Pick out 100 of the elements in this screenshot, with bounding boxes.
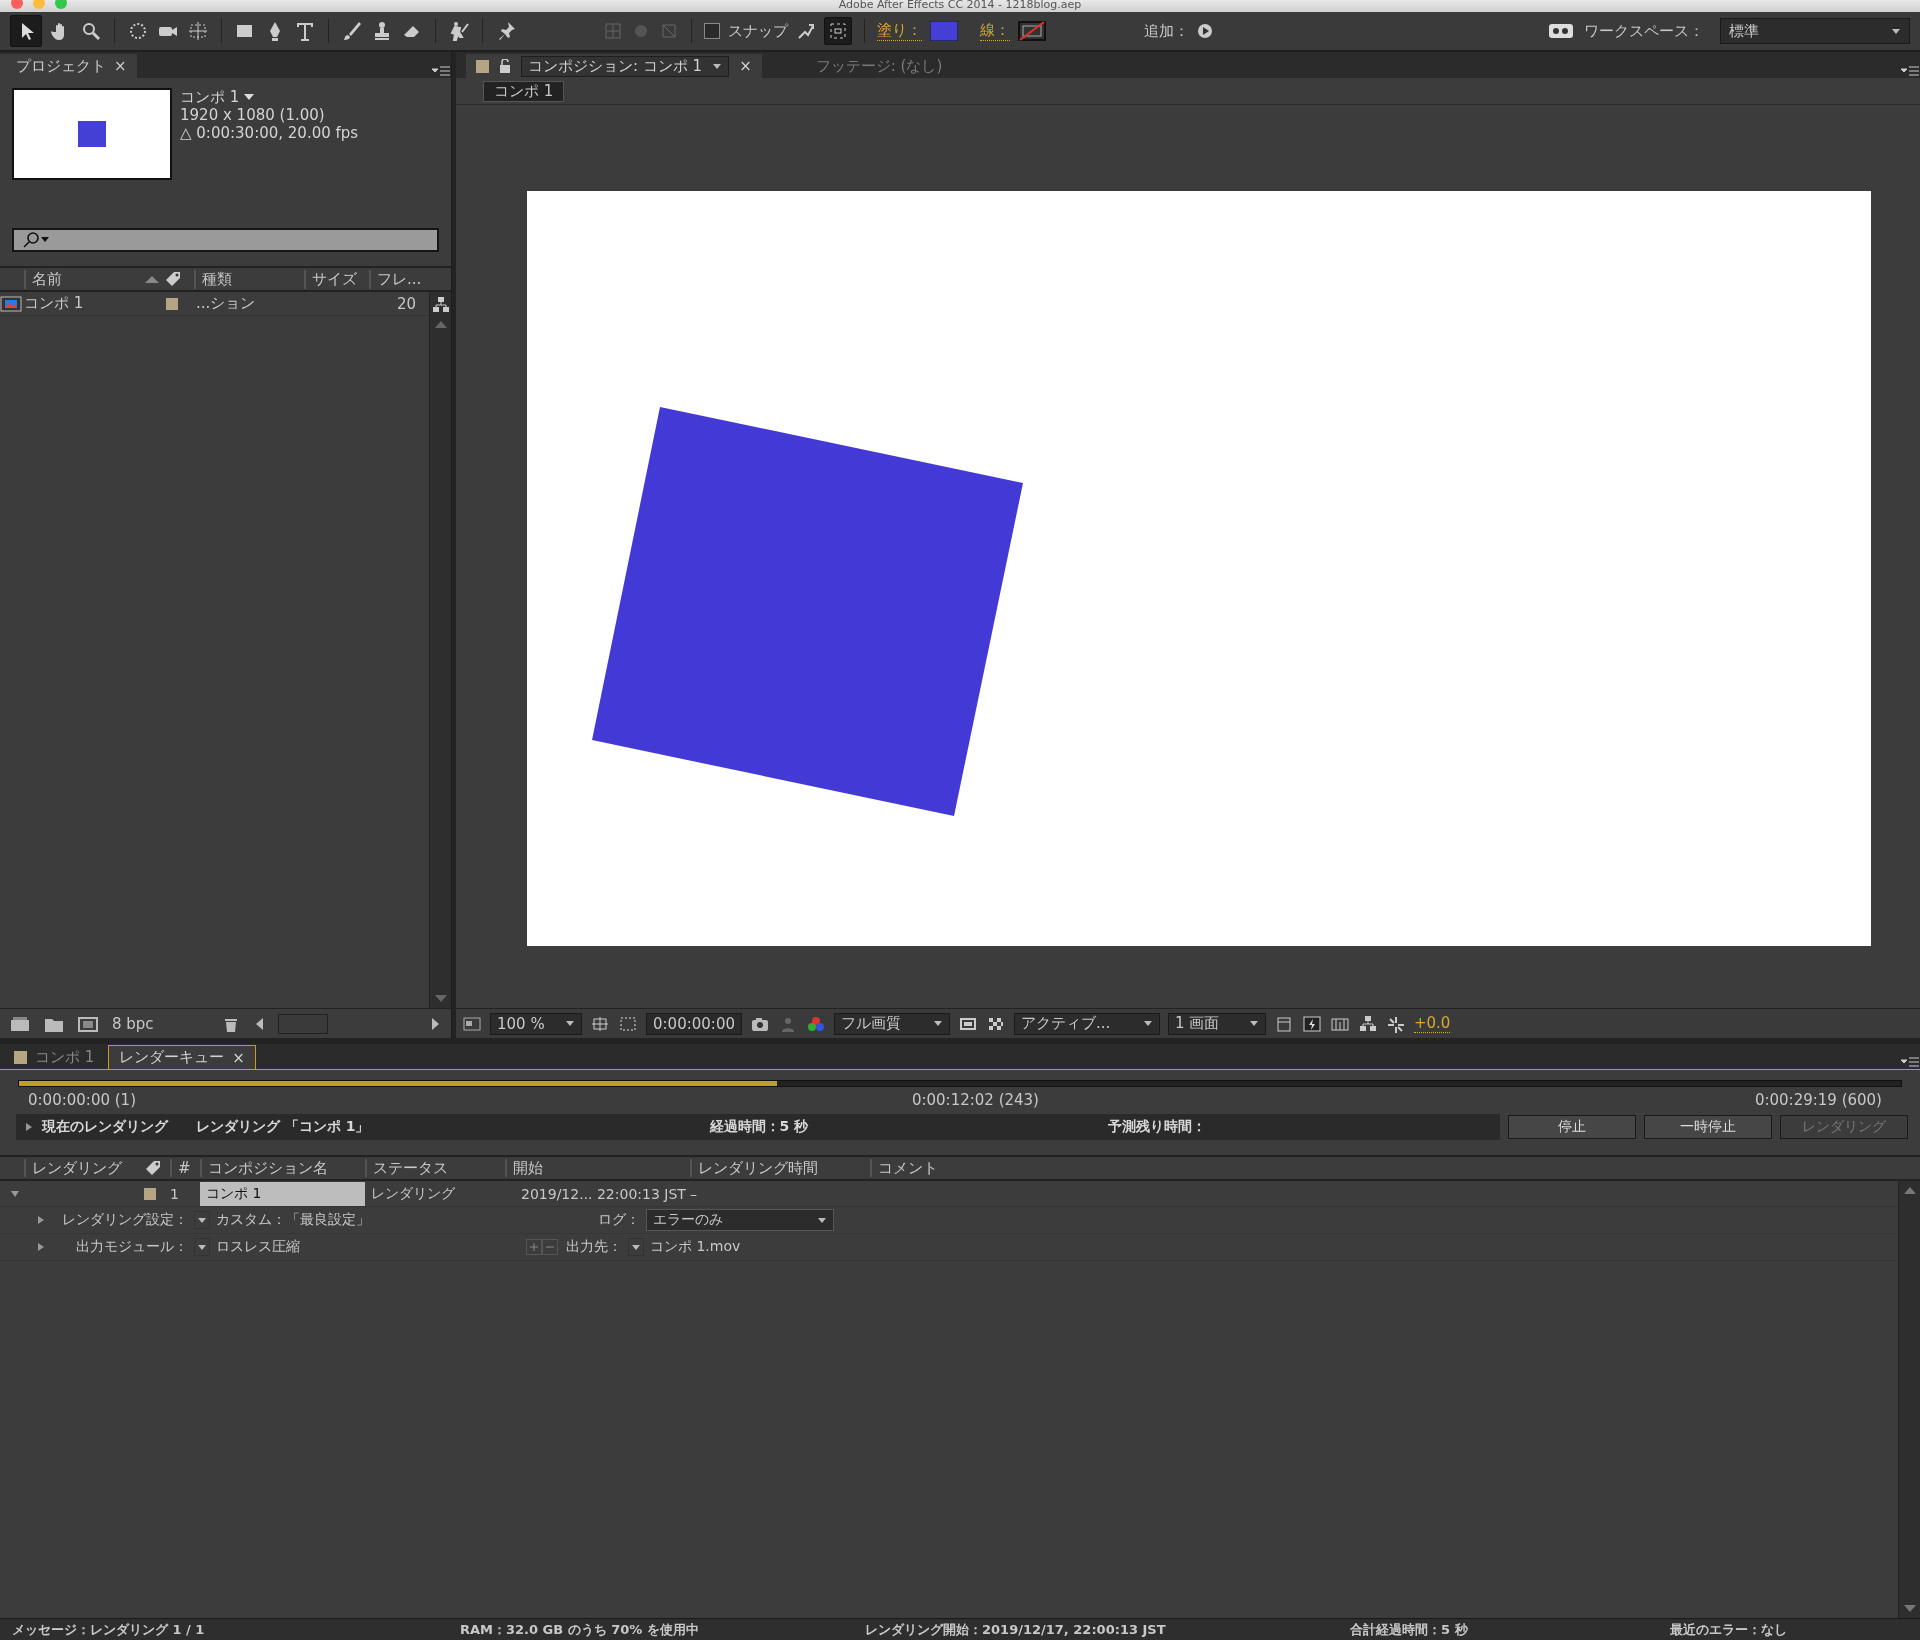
- label-color-icon: [476, 59, 489, 73]
- workspace-dropdown[interactable]: 標準: [1720, 18, 1910, 44]
- panel-menu-icon[interactable]: [431, 64, 451, 78]
- render-item-row[interactable]: 1 コンポ 1 レンダリング 2019/12... 22:00:13 JST –: [0, 1181, 1898, 1207]
- project-item-row[interactable]: コンポ 1 ...ション 20: [0, 292, 429, 316]
- search-icon: [22, 231, 50, 249]
- scroll-up-icon[interactable]: [433, 319, 448, 329]
- timecode-field[interactable]: 0:00:00:00: [646, 1012, 742, 1035]
- lock-icon: [499, 59, 511, 73]
- log-dropdown[interactable]: エラーのみ: [646, 1209, 834, 1231]
- output-module-menu[interactable]: [194, 1238, 210, 1256]
- close-button[interactable]: ×: [232, 1048, 245, 1067]
- render-settings-value[interactable]: カスタム：「最良設定」: [216, 1211, 576, 1229]
- exposure-reset-icon[interactable]: [1385, 1014, 1406, 1033]
- close-button[interactable]: ×: [739, 57, 752, 75]
- panel-menu-icon[interactable]: [1900, 64, 1920, 78]
- sort-ascending-icon: [144, 274, 160, 284]
- composition-name: コンポ 1: [180, 88, 240, 106]
- output-module-value[interactable]: ロスレス圧縮: [216, 1238, 526, 1256]
- fill-color-swatch[interactable]: [930, 21, 958, 41]
- render-time: –: [690, 1185, 698, 1202]
- dropdown-caret-icon: [932, 1019, 943, 1028]
- column-header[interactable]: ステータス: [365, 1159, 505, 1177]
- viewer-tab[interactable]: コンポジション: コンポ 1 ×: [466, 54, 762, 78]
- mask-visibility-icon[interactable]: [618, 1014, 638, 1033]
- project-tab[interactable]: プロジェクト ×: [0, 54, 137, 78]
- scroll-up-icon[interactable]: [1902, 1185, 1917, 1195]
- fast-previews-icon[interactable]: [1301, 1014, 1322, 1033]
- dropdown-caret-icon[interactable]: [243, 92, 256, 102]
- column-header[interactable]: サイズ: [304, 269, 369, 289]
- current-time: 0:00:12:02 (243): [911, 1091, 1039, 1109]
- column-header[interactable]: 開始: [505, 1159, 690, 1177]
- color-channels-icon[interactable]: [805, 1014, 826, 1033]
- workspace-sync-icon[interactable]: [1548, 21, 1576, 41]
- interpret-footage-icon[interactable]: [10, 1014, 30, 1033]
- column-header[interactable]: 種類: [194, 269, 304, 289]
- label-tag-icon: [164, 270, 182, 288]
- flowchart-icon[interactable]: [1357, 1014, 1378, 1033]
- dropdown-caret-icon: [1142, 1019, 1153, 1028]
- end-time: 0:00:29:19 (600): [1754, 1091, 1882, 1109]
- column-header[interactable]: レンダリング: [24, 1159, 144, 1177]
- composition-name: コンポ 1: [200, 1181, 365, 1206]
- snap-features-button[interactable]: [824, 17, 852, 45]
- new-composition-icon[interactable]: [78, 1014, 98, 1033]
- resolution-dropdown[interactable]: フル画質: [833, 1012, 950, 1035]
- stroke-none-swatch[interactable]: [1018, 21, 1046, 41]
- zoom-icon[interactable]: [80, 20, 102, 42]
- selection-tool-button[interactable]: [10, 15, 42, 47]
- scroll-right-icon[interactable]: [431, 1016, 441, 1031]
- render-control-button[interactable]: 停止: [1508, 1115, 1636, 1139]
- scrollbar-thumb[interactable]: [277, 1013, 328, 1034]
- status-text: 合計経過時間：5 秒: [1350, 1620, 1469, 1639]
- panel-menu-icon[interactable]: [1900, 1055, 1920, 1069]
- column-header[interactable]: レンダリング時間: [690, 1159, 870, 1177]
- render-status: レンダリング: [370, 1184, 456, 1203]
- pan-behind-icon[interactable]: [187, 20, 209, 42]
- render-control-button[interactable]: 一時停止: [1644, 1115, 1772, 1139]
- bit-depth-button[interactable]: 8 bpc: [112, 1014, 154, 1033]
- view-layout-dropdown[interactable]: 1 画面: [1167, 1012, 1266, 1035]
- exposure-value[interactable]: +0.0: [1413, 1014, 1451, 1033]
- always-preview-icon[interactable]: [462, 1014, 482, 1033]
- search-field[interactable]: [12, 228, 439, 252]
- type-tool-icon[interactable]: [294, 20, 316, 42]
- start-time: 0:00:00:00 (1): [28, 1091, 136, 1109]
- label-tag-icon: [144, 1159, 162, 1177]
- stroke-label: 線：: [980, 21, 1010, 41]
- expand-triangle-icon[interactable]: [36, 1215, 46, 1225]
- grid-overlay-icon[interactable]: [590, 1014, 610, 1033]
- output-to-menu[interactable]: [628, 1238, 644, 1256]
- expand-triangle-icon[interactable]: [36, 1242, 46, 1252]
- rotate-icon[interactable]: [127, 20, 149, 42]
- disclosure-triangle-icon[interactable]: [10, 1188, 20, 1199]
- flowchart-icon[interactable]: [431, 296, 450, 313]
- output-file-name[interactable]: コンポ 1.mov: [650, 1238, 741, 1256]
- panel-tab[interactable]: レンダーキュー ×: [108, 1045, 256, 1069]
- brush-icon[interactable]: [341, 20, 363, 42]
- column-header[interactable]: コメント: [870, 1159, 995, 1177]
- current-render-label: 現在のレンダリング: [42, 1118, 168, 1136]
- close-button[interactable]: ×: [114, 57, 127, 75]
- magnification-dropdown[interactable]: 100 %: [490, 1012, 582, 1035]
- render-settings-menu[interactable]: [194, 1211, 210, 1229]
- panel-tab[interactable]: コンポ 1: [4, 1045, 105, 1069]
- roto-brush-icon[interactable]: [448, 20, 470, 42]
- status-text: RAM：32.0 GB のうち 70% を使用中: [460, 1620, 700, 1639]
- camera-view-dropdown[interactable]: アクティブ...: [1013, 1012, 1160, 1035]
- column-header[interactable]: コンポジション名: [200, 1159, 365, 1177]
- column-header[interactable]: フレ...: [369, 269, 429, 289]
- dropdown-caret-icon: [817, 1215, 827, 1225]
- workspace-label: ワークスペース：: [1584, 21, 1704, 41]
- expand-triangle-icon[interactable]: [24, 1122, 34, 1132]
- column-header[interactable]: #: [170, 1159, 200, 1177]
- snap-checkbox[interactable]: [704, 23, 720, 39]
- composition-breadcrumb[interactable]: コンポ 1: [483, 80, 565, 102]
- dropdown-caret-icon: [1891, 26, 1901, 36]
- scroll-down-icon[interactable]: [433, 994, 448, 1004]
- scroll-down-icon[interactable]: [1902, 1604, 1917, 1614]
- snap-icon[interactable]: [796, 21, 816, 41]
- add-menu-icon[interactable]: [1197, 23, 1213, 39]
- column-header[interactable]: 名前: [32, 269, 62, 289]
- log-label: ログ：: [597, 1211, 640, 1229]
